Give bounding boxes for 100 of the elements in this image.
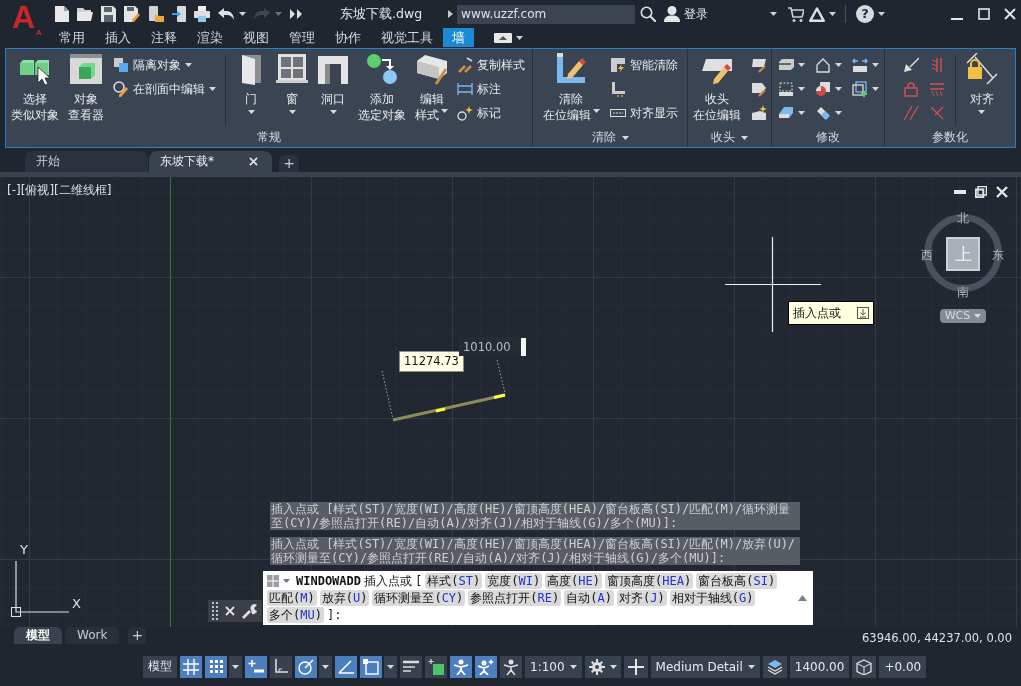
caret-icon[interactable] [283, 579, 290, 583]
new-tab-button[interactable]: + [279, 155, 299, 172]
dropdown-button[interactable] [319, 655, 332, 678]
command-line-handle[interactable] [208, 600, 262, 622]
ribbon-tab[interactable]: 常用 [49, 28, 95, 47]
drawing-canvas[interactable] [0, 177, 1021, 627]
folder-icon[interactable] [77, 7, 93, 21]
ribbon-tool-button[interactable]: 添加 选定对象 [358, 53, 406, 123]
status-toggle[interactable] [360, 655, 382, 678]
close-icon[interactable] [225, 606, 235, 616]
command-option[interactable]: 窗顶高度(HEA) [605, 573, 694, 589]
phone-arrow-icon[interactable] [172, 6, 186, 22]
command-option[interactable]: 样式(ST) [425, 573, 483, 589]
status-menu-button[interactable]: 1:100 [525, 655, 582, 678]
command-option[interactable]: 宽度(WI) [485, 573, 543, 589]
ribbon-tab[interactable]: 管理 [279, 28, 325, 47]
new-layout-button[interactable]: + [128, 627, 147, 644]
ribbon-tab[interactable]: 协作 [325, 28, 371, 47]
ribbon-tool-button[interactable]: 洞口 [317, 53, 349, 114]
ribbon-tab[interactable]: 墙 [443, 28, 474, 47]
ribbon-tool-button[interactable]: 收头 在位编辑 [692, 53, 741, 123]
compass-label[interactable]: 东 [992, 248, 1004, 262]
ribbon-small-button[interactable]: 标记 [457, 101, 525, 125]
ribbon-tool-button[interactable]: 门 [235, 53, 267, 114]
command-option[interactable]: 自动(A) [564, 590, 614, 606]
ribbon-tool-button[interactable]: 对象 查看器 [68, 53, 104, 123]
ribbon-tab[interactable]: 注释 [141, 28, 187, 47]
dropdown-button[interactable] [229, 655, 242, 678]
close-icon[interactable] [249, 157, 258, 166]
command-option[interactable]: 放弃(U) [319, 590, 370, 606]
layout-tab[interactable]: Work [65, 627, 120, 644]
device-folder-icon[interactable] [148, 6, 164, 22]
wrench-icon[interactable] [242, 603, 258, 619]
status-menu-button[interactable]: Medium Detail [650, 655, 760, 678]
status-toggle[interactable] [475, 655, 497, 678]
status-toggle[interactable] [180, 655, 202, 678]
ribbon-tab[interactable]: 视觉工具 [371, 28, 443, 47]
panel-toggle-icon[interactable] [494, 32, 512, 43]
status-toggle[interactable] [270, 655, 292, 678]
grip-icon[interactable] [212, 602, 218, 620]
ribbon-small-button[interactable]: 隔离对象 [113, 53, 216, 77]
new-file-icon[interactable] [55, 6, 69, 22]
status-tool-button[interactable] [762, 655, 787, 678]
status-toggle[interactable] [205, 655, 227, 678]
ribbon-tool-button[interactable]: 窗 [276, 53, 308, 114]
status-toggle[interactable] [500, 655, 522, 678]
search-field[interactable]: www.uzzf.com [457, 4, 636, 24]
close-icon[interactable] [996, 186, 1008, 198]
maximize-icon[interactable] [978, 8, 990, 20]
status-toggle[interactable] [400, 655, 422, 678]
status-button[interactable]: +0.00 [879, 655, 927, 678]
command-option[interactable]: 高度(HE) [545, 573, 603, 589]
ribbon-small-button[interactable]: 在剖面中编辑 [113, 77, 216, 101]
scroll-up-icon[interactable] [798, 595, 807, 601]
ribbon-small-button[interactable]: 对齐显示 [609, 101, 678, 125]
command-option[interactable]: 匹配(M) [267, 590, 317, 606]
command-input-field[interactable]: WINDOWADD 插入点或 [ 样式(ST) 宽度(WI) 高度(HE) 窗顶高度(HEA) 窗台板高(SI) 匹配(M) 放弃(U) 循环测量至(CY) 参照点打开(RE) 自动(A) 对齐(J) 相对于轴线(G) 多个(MU) ]: [263, 571, 813, 625]
command-option[interactable]: 循环测量至(CY) [372, 590, 466, 606]
caret-icon[interactable] [621, 135, 629, 140]
help-button[interactable]: ? [856, 5, 875, 23]
dropdown-button[interactable] [384, 655, 397, 678]
ribbon-small-button[interactable]: 智能清除 [609, 53, 678, 77]
document-tab[interactable]: 东坡下载* [149, 151, 272, 172]
status-toggle[interactable] [295, 655, 317, 678]
undo-icon[interactable] [218, 8, 234, 20]
status-button[interactable]: 模型 [143, 655, 177, 678]
command-option[interactable]: 对齐(J) [616, 590, 667, 606]
double-chevron-icon[interactable] [290, 9, 302, 19]
ribbon-tool-button[interactable]: 清除 在位编辑 [542, 53, 600, 123]
cart-icon[interactable] [788, 6, 805, 22]
compass-label[interactable]: 西 [921, 248, 933, 262]
caret-icon[interactable] [829, 12, 837, 16]
command-option[interactable]: 参照点打开(RE) [468, 590, 562, 606]
caret-icon[interactable] [516, 35, 523, 40]
command-option[interactable]: 多个(MU) [267, 607, 324, 623]
status-toggle[interactable] [335, 655, 357, 678]
layout-tab[interactable]: 模型 [14, 627, 62, 644]
compass-label[interactable]: 南 [957, 285, 969, 299]
caret-icon[interactable] [239, 12, 246, 16]
search-icon[interactable] [640, 6, 657, 22]
ribbon-small-button[interactable]: 复制样式 [457, 53, 525, 77]
user-icon[interactable] [664, 6, 681, 22]
status-tool-button[interactable] [584, 655, 621, 678]
status-button[interactable]: 1400.00 [789, 655, 850, 678]
document-tab[interactable]: 开始 [25, 151, 148, 172]
caret-icon[interactable] [770, 12, 778, 16]
restore-icon[interactable] [975, 186, 987, 198]
printer-icon[interactable] [194, 6, 210, 22]
status-toggle[interactable] [245, 655, 267, 678]
expand-arrow-icon[interactable] [448, 10, 454, 18]
sign-in-button[interactable]: 登录 [684, 5, 709, 23]
close-icon[interactable] [1004, 8, 1016, 20]
ribbon-tool-button[interactable]: 编辑 样式 [415, 53, 448, 123]
ribbon-tab[interactable]: 视图 [233, 28, 279, 47]
ribbon-tab[interactable]: 渲染 [187, 28, 233, 47]
status-tool-button[interactable] [852, 655, 877, 678]
command-option[interactable]: 相对于轴线(G) [669, 590, 756, 606]
ribbon-tool-button[interactable]: 对齐 [965, 53, 998, 114]
status-tool-button[interactable] [623, 655, 648, 678]
ribbon-small-button[interactable]: 标注 [457, 77, 525, 101]
